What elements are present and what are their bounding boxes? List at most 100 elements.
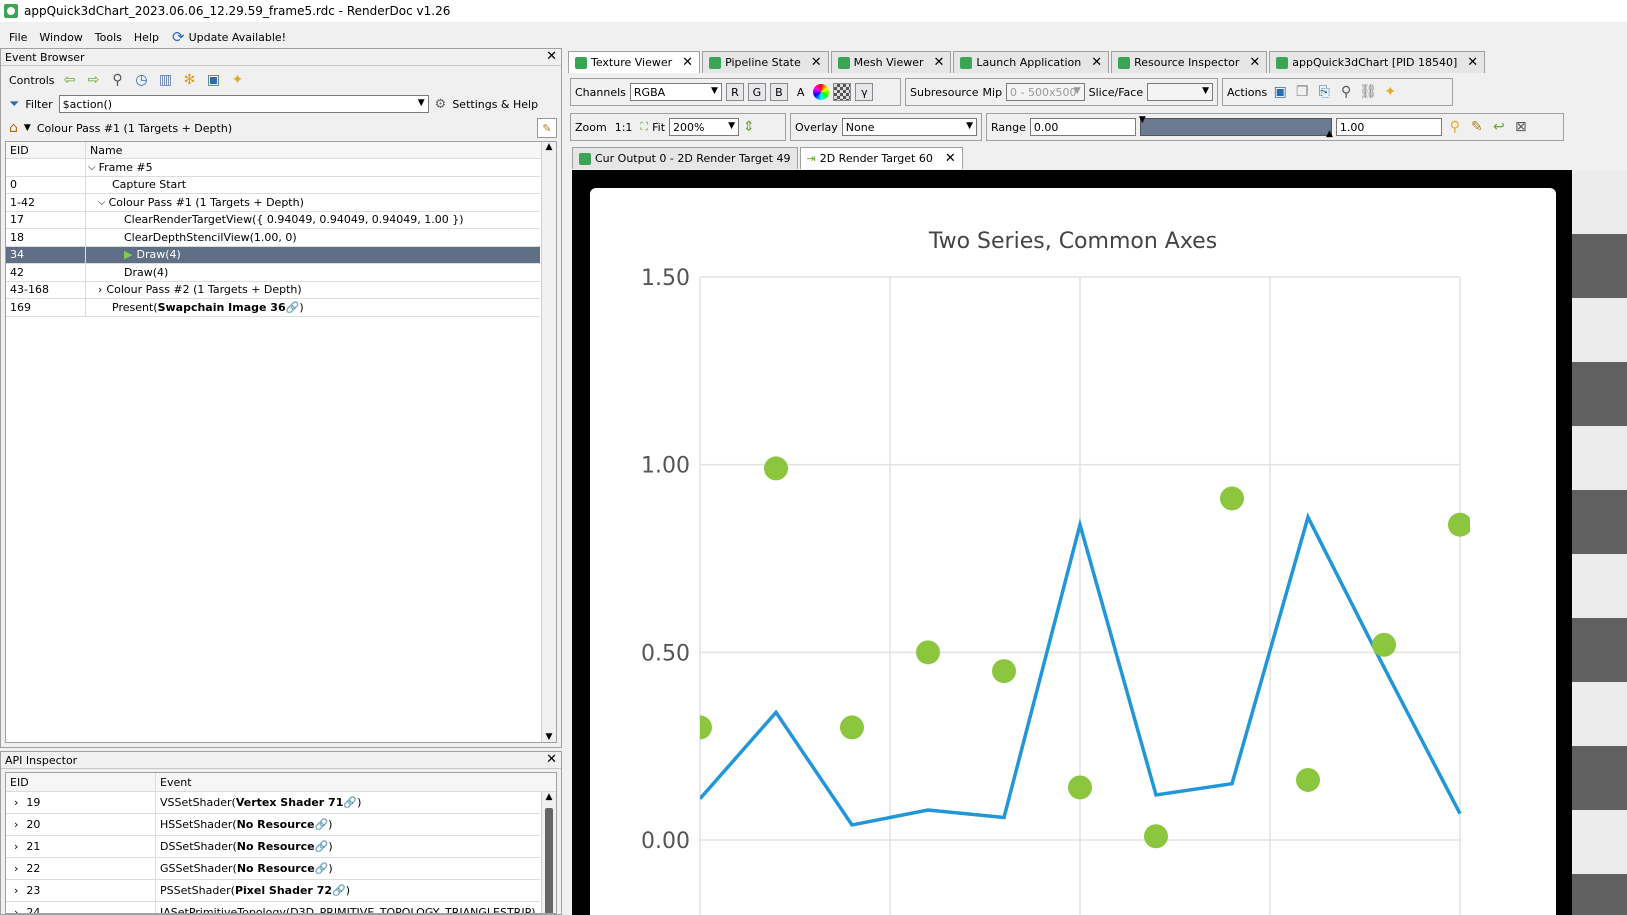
- range-max-input[interactable]: 1.00: [1335, 118, 1442, 136]
- fit-icon[interactable]: ⛶: [640, 120, 648, 134]
- chevron-down-icon[interactable]: ▼: [966, 121, 973, 131]
- menu-window[interactable]: Window: [34, 31, 87, 44]
- puzzle-icon[interactable]: ✦: [229, 71, 247, 89]
- histogram-icon[interactable]: ⊠: [1512, 118, 1530, 136]
- slice-face-select[interactable]: ▼: [1147, 83, 1213, 101]
- column-name[interactable]: Name: [86, 142, 556, 158]
- column-event[interactable]: Event: [156, 773, 556, 791]
- tree-row[interactable]: 169 Present(Swapchain Image 36 🔗): [6, 299, 540, 317]
- bookmark-asterisk-icon[interactable]: ✻: [181, 71, 199, 89]
- save-icon[interactable]: ▣: [205, 71, 223, 89]
- tab-launch-application[interactable]: Launch Application ✕: [953, 51, 1110, 73]
- tree-row[interactable]: 17 ClearRenderTargetView({ 0.94049, 0.94…: [6, 211, 540, 229]
- close-icon[interactable]: ✕: [945, 152, 956, 165]
- link-icon[interactable]: 🔗: [343, 796, 357, 809]
- column-eid[interactable]: EID: [6, 142, 86, 158]
- menu-tools[interactable]: Tools: [90, 31, 127, 44]
- settings-help-button[interactable]: Settings & Help: [452, 98, 538, 111]
- chevron-down-icon[interactable]: ▼: [418, 98, 425, 108]
- link-icon[interactable]: ⛓: [1359, 83, 1377, 101]
- chevron-right-icon[interactable]: ›: [14, 906, 18, 913]
- chevron-right-icon[interactable]: ›: [14, 862, 18, 875]
- range-max-handle[interactable]: ▲: [1326, 129, 1333, 139]
- channel-r-toggle[interactable]: R: [725, 83, 744, 101]
- api-row[interactable]: › 23 PSSetShader(Pixel Shader 72 🔗): [6, 880, 540, 902]
- forward-arrow-icon[interactable]: ⇨: [85, 71, 103, 89]
- mip-select[interactable]: 0 - 500x500 ▼: [1006, 83, 1085, 101]
- tab-resource-inspector[interactable]: Resource Inspector ✕: [1111, 51, 1268, 73]
- checkerboard-icon[interactable]: [833, 83, 852, 101]
- puzzle-icon[interactable]: ✦: [1381, 83, 1399, 101]
- scroll-down-icon[interactable]: ▼: [542, 732, 556, 742]
- copy-icon[interactable]: ❐: [1293, 83, 1311, 101]
- channel-g-toggle[interactable]: G: [747, 83, 766, 101]
- column-eid[interactable]: EID: [6, 773, 156, 791]
- open-resource-icon[interactable]: ⎘: [1315, 83, 1333, 101]
- scroll-thumb[interactable]: [545, 808, 553, 913]
- picker-icon[interactable]: ✎: [1468, 118, 1486, 136]
- close-icon[interactable]: ✕: [1249, 56, 1260, 69]
- chevron-down-icon[interactable]: ⌵: [98, 197, 106, 208]
- channel-b-toggle[interactable]: B: [769, 83, 788, 101]
- range-slider[interactable]: ▼ ▲: [1139, 115, 1333, 139]
- close-icon[interactable]: ✕: [811, 56, 822, 69]
- close-icon[interactable]: ✕: [546, 50, 557, 63]
- chevron-right-icon[interactable]: ›: [14, 840, 18, 853]
- save-texture-icon[interactable]: ▣: [1271, 83, 1289, 101]
- chevron-right-icon[interactable]: ›: [98, 283, 102, 296]
- api-list-scrollbar[interactable]: ▲: [541, 792, 556, 913]
- reset-range-icon[interactable]: ↩: [1490, 118, 1508, 136]
- api-row[interactable]: › 20 HSSetShader(No Resource 🔗): [6, 814, 540, 836]
- tree-row[interactable]: 1-42 ⌵ Colour Pass #1 (1 Targets + Depth): [6, 194, 540, 212]
- tree-row[interactable]: 18 ClearDepthStencilView(1.00, 0): [6, 229, 540, 247]
- chevron-down-icon[interactable]: ▼: [1074, 86, 1081, 96]
- tab-connection[interactable]: appQuick3dChart [PID 18540] ✕: [1269, 51, 1486, 73]
- texture-view[interactable]: 1.50 1.00 0.50 0.00 Two Series, Common Axes: [572, 170, 1627, 915]
- channels-select[interactable]: RGBA ▼: [629, 83, 722, 101]
- api-row[interactable]: › 24 IASetPrimitiveTopology(D3D_PRIMITIVE…: [6, 902, 540, 913]
- close-icon[interactable]: ✕: [682, 56, 693, 69]
- zoom-1to1-button[interactable]: 1:1: [611, 121, 637, 134]
- close-icon[interactable]: ✕: [546, 753, 557, 766]
- range-min-handle[interactable]: ▼: [1139, 115, 1146, 125]
- bar-stats-icon[interactable]: ▥: [157, 71, 175, 89]
- timeline-clock-icon[interactable]: ◷: [133, 71, 151, 89]
- chevron-right-icon[interactable]: ›: [14, 796, 18, 809]
- back-arrow-icon[interactable]: ⇦: [61, 71, 79, 89]
- chevron-down-icon[interactable]: ▼: [24, 123, 31, 133]
- close-icon[interactable]: ✕: [934, 56, 945, 69]
- update-available-button[interactable]: ⟳ Update Available!: [166, 28, 286, 46]
- channel-a-toggle[interactable]: A: [792, 86, 810, 99]
- tree-row[interactable]: ⌵ Frame #5: [6, 159, 540, 177]
- tab-mesh-viewer[interactable]: Mesh Viewer ✕: [830, 51, 952, 73]
- gamma-toggle[interactable]: γ: [855, 83, 874, 101]
- filter-input[interactable]: $action() ▼: [58, 95, 429, 113]
- breadcrumb-current[interactable]: Colour Pass #1 (1 Targets + Depth): [37, 122, 232, 135]
- auto-fit-range-icon[interactable]: ⚲: [1446, 118, 1464, 136]
- tab-render-target-60[interactable]: ⇥ 2D Render Target 60 ✕: [799, 147, 963, 169]
- menu-file[interactable]: File: [4, 31, 32, 44]
- event-tree-scrollbar[interactable]: ▲ ▼: [541, 142, 556, 742]
- close-icon[interactable]: ✕: [1467, 56, 1478, 69]
- link-icon[interactable]: 🔗: [286, 301, 300, 314]
- tab-cur-output[interactable]: Cur Output 0 - 2D Render Target 49: [572, 147, 798, 169]
- range-min-input[interactable]: 0.00: [1029, 118, 1136, 136]
- tree-row-selected[interactable]: 34 ▶ Draw(4): [6, 246, 540, 264]
- link-icon[interactable]: 🔗: [315, 862, 329, 875]
- fit-button[interactable]: Fit: [652, 121, 665, 134]
- api-row[interactable]: › 21 DSSetShader(No Resource 🔗): [6, 836, 540, 858]
- chevron-down-icon[interactable]: ▼: [711, 86, 718, 96]
- home-icon[interactable]: ⌂: [9, 120, 18, 136]
- settings-gear-icon[interactable]: ⚙: [435, 97, 447, 112]
- color-wheel-icon[interactable]: [813, 84, 830, 100]
- tree-row[interactable]: 43-168 › Colour Pass #2 (1 Targets + Dept…: [6, 281, 540, 299]
- api-row[interactable]: › 22 GSSetShader(No Resource 🔗): [6, 858, 540, 880]
- overlay-select[interactable]: None ▼: [841, 118, 977, 136]
- menu-help[interactable]: Help: [129, 31, 164, 44]
- tab-pipeline-state[interactable]: Pipeline State ✕: [702, 51, 829, 73]
- link-icon[interactable]: 🔗: [315, 840, 329, 853]
- api-row[interactable]: › 19 VSSetShader(Vertex Shader 71 🔗): [6, 792, 540, 814]
- link-icon[interactable]: 🔗: [314, 818, 328, 831]
- binoculars-icon[interactable]: ⚲: [1337, 83, 1355, 101]
- link-icon[interactable]: 🔗: [332, 884, 346, 897]
